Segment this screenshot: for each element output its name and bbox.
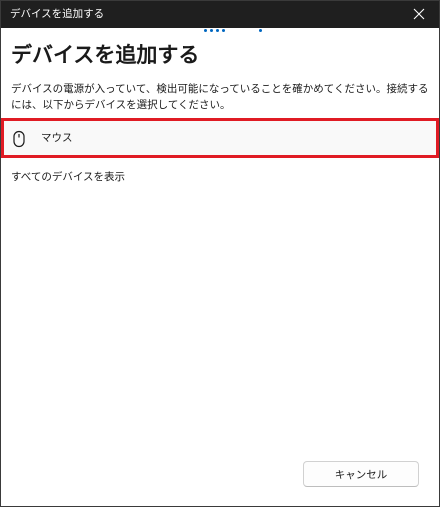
searching-progress-indicator — [204, 29, 264, 32]
mouse-icon — [13, 130, 25, 148]
device-label: マウス — [41, 132, 73, 144]
window-title: デバイスを追加する — [10, 8, 105, 20]
device-item-mouse[interactable]: マウス — [1, 118, 439, 158]
show-all-devices-link[interactable]: すべてのデバイスを表示 — [11, 170, 125, 185]
page-title: デバイスを追加する — [11, 43, 200, 67]
close-button[interactable] — [399, 1, 439, 28]
title-bar: デバイスを追加する — [1, 1, 439, 28]
cancel-button[interactable]: キャンセル — [303, 461, 419, 487]
close-icon — [413, 8, 425, 20]
instructions-text: デバイスの電源が入っていて、検出可能になっていることを確かめてください。接続する… — [11, 83, 429, 111]
add-device-window: デバイスを追加する デバイスを追加する デバイスの電源が入っていて、検出可能にな… — [0, 0, 440, 507]
